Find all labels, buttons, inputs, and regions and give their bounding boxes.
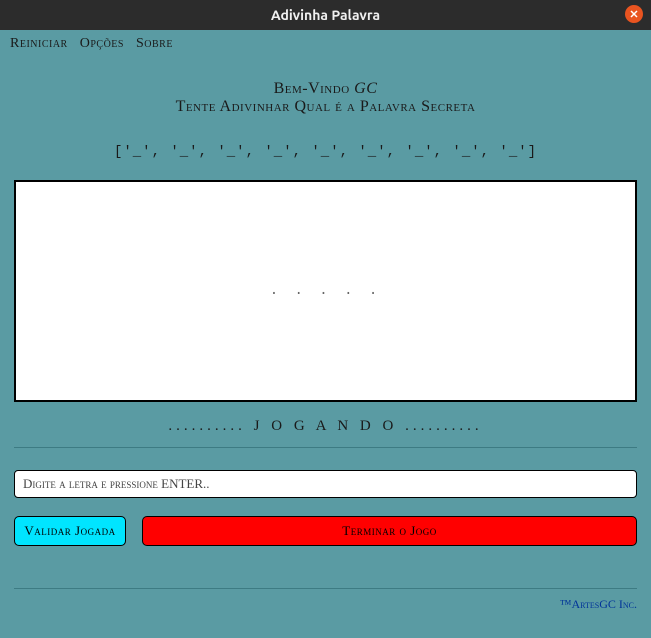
welcome-prefix: Bem-Vindo: [274, 80, 355, 97]
status-text: .......... J O G A N D O ..........: [14, 418, 637, 448]
game-area-content: . . . . .: [270, 283, 382, 299]
letter-input[interactable]: [14, 470, 637, 498]
welcome-block: Bem-Vindo GC Tente Adivinhar Qual é a Pa…: [14, 80, 637, 116]
welcome-subtitle: Tente Adivinhar Qual é a Palavra Secreta: [14, 98, 637, 116]
menu-restart[interactable]: Reiniciar: [10, 36, 68, 52]
hidden-word-display: ['_', '_', '_', '_', '_', '_', '_', '_',…: [14, 144, 637, 160]
button-row: Validar Jogada Terminar o Jogo: [14, 516, 637, 546]
titlebar: Adivinha Palavra: [0, 0, 651, 30]
menu-about[interactable]: Sobre: [136, 36, 173, 52]
menubar: Reiniciar Opções Sobre: [0, 30, 651, 58]
welcome-username: GC: [354, 80, 377, 97]
welcome-line: Bem-Vindo GC: [14, 80, 637, 98]
end-game-button[interactable]: Terminar o Jogo: [142, 516, 637, 546]
footer-credit: ™ArtesGC Inc.: [0, 589, 651, 620]
content: Bem-Vindo GC Tente Adivinhar Qual é a Pa…: [0, 80, 651, 589]
game-area: . . . . .: [14, 180, 637, 402]
menu-options[interactable]: Opções: [80, 36, 124, 52]
close-button[interactable]: [625, 5, 643, 23]
input-row: [14, 470, 637, 498]
validate-button[interactable]: Validar Jogada: [14, 516, 126, 546]
close-icon: [629, 9, 639, 19]
window-title: Adivinha Palavra: [271, 7, 380, 23]
